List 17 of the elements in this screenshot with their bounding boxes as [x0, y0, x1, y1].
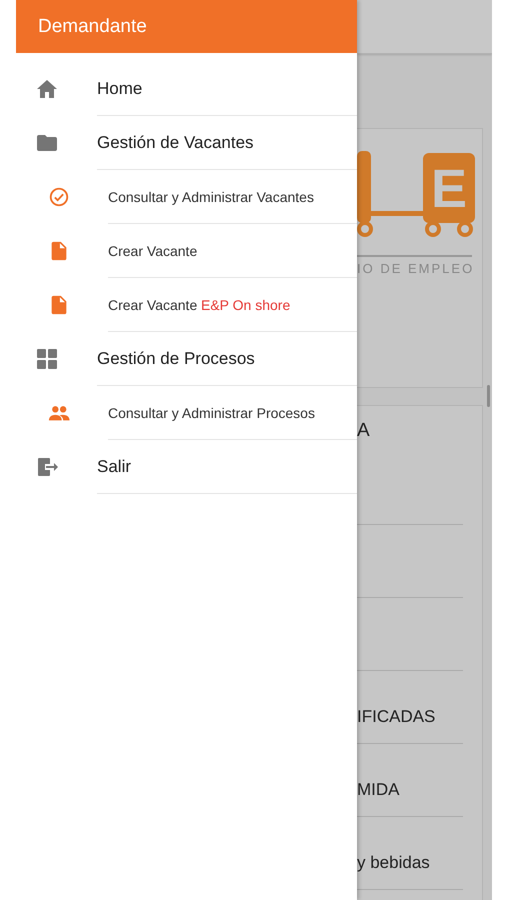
home-icon [35, 77, 59, 101]
list-row-text: MIDA [357, 780, 400, 800]
logo-tagline: IO DE EMPLEO [357, 261, 476, 276]
menu-item[interactable]: Crear Vacante [16, 224, 357, 278]
section-heading: A [357, 420, 371, 443]
menu-item[interactable]: Crear Vacante E&P On shore [16, 278, 357, 332]
exit-icon [35, 455, 59, 479]
menu-item[interactable]: Gestión de Vacantes [16, 116, 357, 170]
menu-item[interactable]: Salir [16, 440, 357, 494]
menu-item[interactable]: Gestión de Procesos [16, 332, 357, 386]
drawer-title: Demandante [38, 16, 147, 38]
check-circle-icon [48, 186, 70, 208]
list-row-text: IFICADAS [357, 707, 436, 727]
list-row-text: y bebidas [357, 853, 430, 873]
scrollbar-thumb [487, 385, 490, 407]
grid-icon [35, 347, 59, 371]
logo-drawing: E [357, 151, 475, 241]
